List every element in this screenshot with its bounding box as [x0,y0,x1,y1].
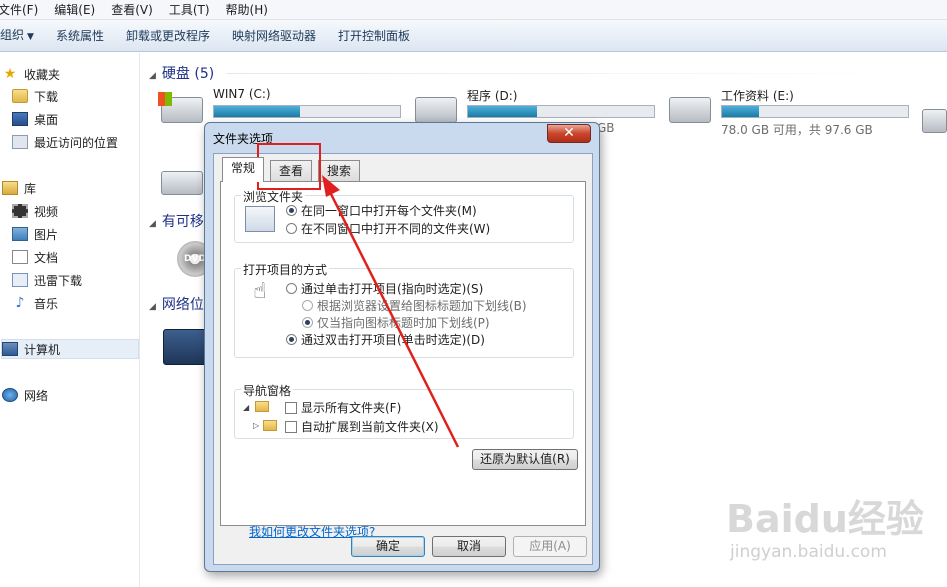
arrow-shaft [328,191,460,448]
watermark-url: jingyan.baidu.com [730,542,887,562]
arrow-head [322,175,340,197]
tab-general[interactable]: 常规 [222,157,265,182]
baidu-watermark: Baidu经验 jingyan.baidu.com [726,488,941,578]
watermark-logo: Baidu经验 [726,497,924,541]
